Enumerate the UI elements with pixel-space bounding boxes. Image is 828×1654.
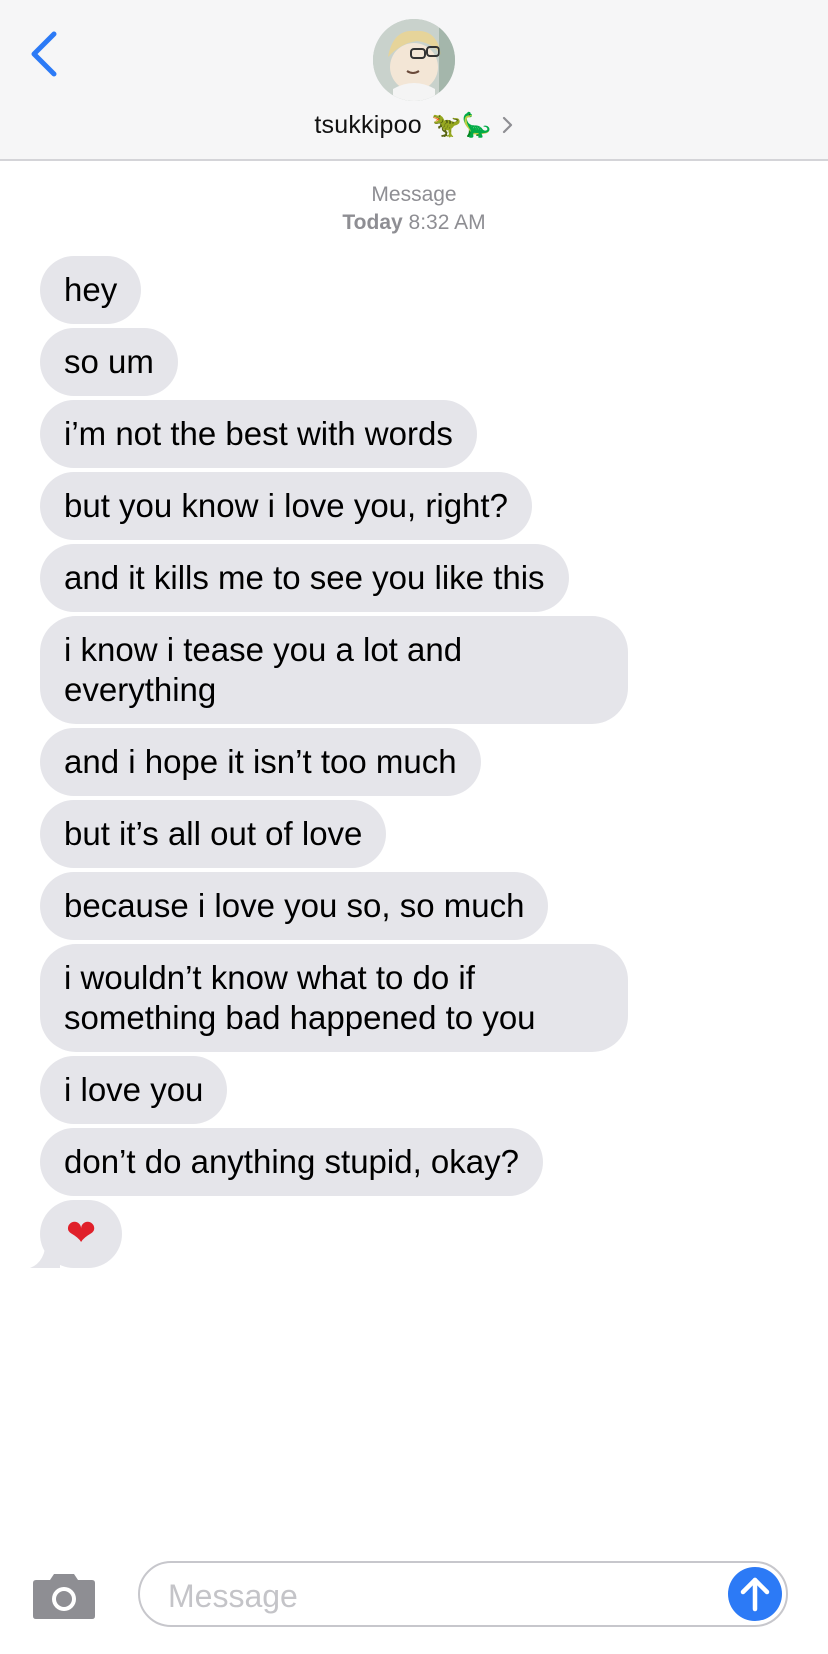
message-bubble[interactable]: because i love you so, so much — [40, 872, 549, 940]
heart-emoji: ❤ — [66, 1213, 97, 1254]
chevron-left-icon — [31, 31, 57, 77]
camera-icon — [33, 1574, 95, 1619]
message-composer — [138, 1561, 788, 1627]
message-bubble[interactable]: but it’s all out of love — [40, 800, 387, 868]
bubble-tail-icon — [30, 1238, 60, 1268]
message-input[interactable] — [166, 1573, 710, 1619]
date-line: Today 8:32 AM — [0, 209, 828, 237]
message-bubble[interactable]: hey — [40, 256, 142, 324]
avatar-image — [373, 19, 455, 101]
message-bubble[interactable]: i wouldn’t know what to do if something … — [40, 944, 628, 1052]
message-thread: hey so um i’m not the best with words bu… — [30, 256, 780, 1272]
day-label: Today — [342, 211, 403, 234]
chevron-right-icon — [502, 116, 512, 134]
send-button[interactable] — [728, 1567, 782, 1621]
message-bubble[interactable]: and i hope it isn’t too much — [40, 728, 481, 796]
message-bubble[interactable]: i know i tease you a lot and everything — [40, 616, 628, 724]
contact-avatar[interactable] — [373, 19, 455, 101]
contact-details-button[interactable]: tsukkipoo 🦖🦕 — [0, 105, 828, 145]
contact-emojis: 🦖🦕 — [431, 111, 492, 139]
message-bubble[interactable]: so um — [40, 328, 178, 396]
service-label: Message — [371, 183, 457, 206]
last-message-bubble[interactable]: ❤ — [30, 1200, 123, 1268]
camera-button[interactable] — [32, 1570, 96, 1620]
message-bubble[interactable]: don’t do anything stupid, okay? — [40, 1128, 543, 1196]
message-bubble[interactable]: i love you — [40, 1056, 228, 1124]
message-bubble[interactable]: and it kills me to see you like this — [40, 544, 569, 612]
message-bubble[interactable]: i’m not the best with words — [40, 400, 477, 468]
conversation-header: tsukkipoo 🦖🦕 — [0, 0, 828, 161]
back-button[interactable] — [26, 26, 70, 82]
time-label: 8:32 AM — [408, 211, 486, 234]
conversation-timestamp: Message Today 8:32 AM — [0, 181, 828, 237]
message-bubble[interactable]: but you know i love you, right? — [40, 472, 532, 540]
contact-name: tsukkipoo — [314, 110, 422, 139]
messages-app: tsukkipoo 🦖🦕 Message Today 8:32 AM hey s… — [0, 0, 828, 1654]
arrow-up-icon — [740, 1577, 770, 1612]
